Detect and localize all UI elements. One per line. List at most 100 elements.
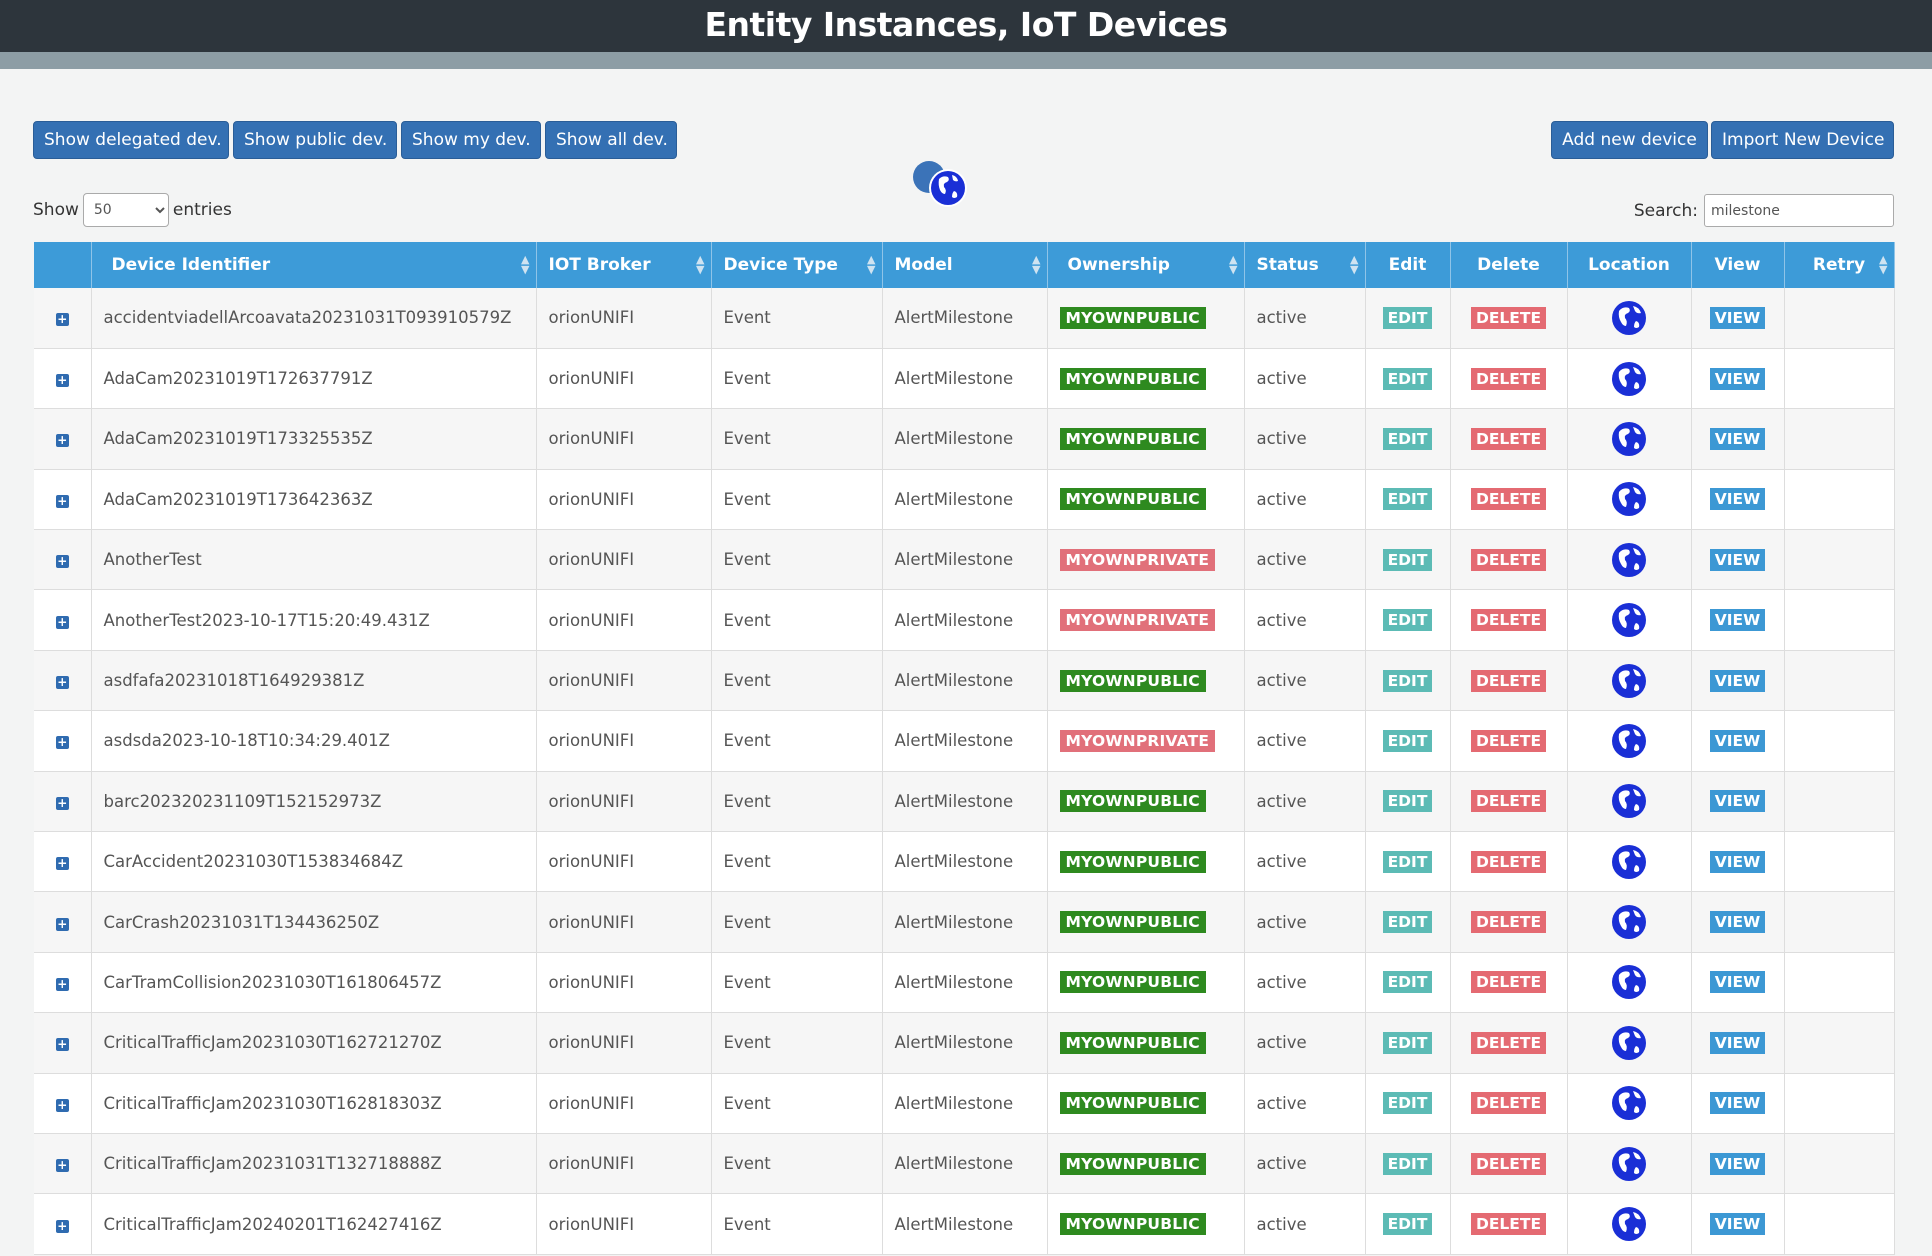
location-globe-icon[interactable] — [1611, 542, 1647, 578]
entries-select[interactable]: 50 — [82, 193, 169, 227]
expand-cell[interactable]: + — [34, 771, 92, 833]
expand-cell[interactable]: + — [34, 589, 92, 651]
edit-button[interactable]: EDIT — [1382, 548, 1433, 571]
show-delegated-devices-button[interactable]: Show delegated dev. — [33, 121, 229, 159]
expand-cell[interactable]: + — [34, 1133, 92, 1195]
delete-button[interactable]: DELETE — [1470, 669, 1547, 692]
view-button[interactable]: VIEW — [1709, 427, 1766, 450]
view-button[interactable]: VIEW — [1709, 488, 1766, 511]
edit-button[interactable]: EDIT — [1382, 729, 1433, 752]
import-new-device-button[interactable]: Import New Device — [1711, 121, 1894, 159]
expand-plus-icon[interactable]: + — [55, 917, 69, 931]
location-globe-icon[interactable] — [1611, 783, 1647, 819]
location-globe-icon[interactable] — [1611, 964, 1647, 1000]
expand-plus-icon[interactable]: + — [55, 736, 69, 750]
delete-button[interactable]: DELETE — [1470, 306, 1547, 329]
view-button[interactable]: VIEW — [1709, 1213, 1766, 1236]
expand-plus-icon[interactable]: + — [55, 494, 69, 508]
expand-plus-icon[interactable]: + — [55, 555, 69, 569]
column-header-retry[interactable]: Retry ▲ ▼ — [1784, 242, 1895, 288]
expand-plus-icon[interactable]: + — [55, 1219, 69, 1233]
delete-button[interactable]: DELETE — [1470, 1031, 1547, 1054]
location-globe-icon[interactable] — [1611, 1146, 1647, 1182]
location-globe-icon[interactable] — [1611, 1085, 1647, 1121]
expand-plus-icon[interactable]: + — [55, 615, 69, 629]
expand-plus-icon[interactable]: + — [55, 1098, 69, 1112]
edit-button[interactable]: EDIT — [1382, 306, 1433, 329]
location-globe-icon[interactable] — [1611, 844, 1647, 880]
view-button[interactable]: VIEW — [1709, 609, 1766, 632]
delete-button[interactable]: DELETE — [1470, 911, 1547, 934]
location-globe-icon[interactable] — [1611, 1025, 1647, 1061]
edit-button[interactable]: EDIT — [1382, 1092, 1433, 1115]
show-my-devices-button[interactable]: Show my dev. — [401, 121, 541, 159]
location-globe-icon[interactable] — [1611, 663, 1647, 699]
expand-plus-icon[interactable]: + — [55, 1038, 69, 1052]
location-globe-icon[interactable] — [1611, 361, 1647, 397]
expand-cell[interactable]: + — [34, 1073, 92, 1134]
edit-button[interactable]: EDIT — [1382, 669, 1433, 692]
edit-button[interactable]: EDIT — [1382, 1213, 1433, 1236]
location-globe-icon[interactable] — [1611, 421, 1647, 457]
view-button[interactable]: VIEW — [1709, 911, 1766, 934]
view-button[interactable]: VIEW — [1709, 367, 1766, 390]
expand-cell[interactable]: + — [34, 831, 92, 893]
edit-button[interactable]: EDIT — [1382, 911, 1433, 934]
delete-button[interactable]: DELETE — [1470, 1092, 1547, 1115]
location-globe-icon[interactable] — [1611, 723, 1647, 759]
view-button[interactable]: VIEW — [1709, 1031, 1766, 1054]
delete-button[interactable]: DELETE — [1470, 729, 1547, 752]
view-button[interactable]: VIEW — [1709, 1152, 1766, 1175]
edit-button[interactable]: EDIT — [1382, 850, 1433, 873]
column-header-status[interactable]: Status ▲ ▼ — [1244, 242, 1366, 288]
edit-button[interactable]: EDIT — [1382, 488, 1433, 511]
column-header-model[interactable]: Model ▲ ▼ — [882, 242, 1048, 288]
expand-cell[interactable]: + — [34, 891, 92, 953]
view-button[interactable]: VIEW — [1709, 971, 1766, 994]
view-button[interactable]: VIEW — [1709, 548, 1766, 571]
show-all-devices-button[interactable]: Show all dev. — [545, 121, 677, 159]
delete-button[interactable]: DELETE — [1470, 1213, 1547, 1236]
delete-button[interactable]: DELETE — [1470, 1152, 1547, 1175]
add-new-device-button[interactable]: Add new device — [1551, 121, 1708, 159]
delete-button[interactable]: DELETE — [1470, 790, 1547, 813]
show-public-devices-button[interactable]: Show public dev. — [233, 121, 397, 159]
location-globe-icon[interactable] — [1611, 904, 1647, 940]
expand-cell[interactable]: + — [34, 1012, 92, 1074]
expand-cell[interactable]: + — [34, 529, 92, 591]
edit-button[interactable]: EDIT — [1382, 971, 1433, 994]
expand-plus-icon[interactable]: + — [55, 374, 69, 388]
expand-plus-icon[interactable]: + — [55, 796, 69, 810]
view-button[interactable]: VIEW — [1709, 669, 1766, 692]
expand-cell[interactable]: + — [34, 348, 92, 410]
view-button[interactable]: VIEW — [1709, 790, 1766, 813]
expand-plus-icon[interactable]: + — [55, 857, 69, 871]
view-button[interactable]: VIEW — [1709, 850, 1766, 873]
delete-button[interactable]: DELETE — [1470, 367, 1547, 390]
search-input[interactable] — [1704, 194, 1894, 227]
column-header-ownership[interactable]: Ownership ▲ ▼ — [1047, 242, 1245, 288]
view-button[interactable]: VIEW — [1709, 306, 1766, 329]
delete-button[interactable]: DELETE — [1470, 971, 1547, 994]
edit-button[interactable]: EDIT — [1382, 609, 1433, 632]
expand-cell[interactable]: + — [34, 288, 92, 349]
edit-button[interactable]: EDIT — [1382, 790, 1433, 813]
expand-plus-icon[interactable]: + — [55, 434, 69, 448]
expand-plus-icon[interactable]: + — [55, 676, 69, 690]
expand-cell[interactable]: + — [34, 710, 92, 772]
delete-button[interactable]: DELETE — [1470, 850, 1547, 873]
edit-button[interactable]: EDIT — [1382, 367, 1433, 390]
delete-button[interactable]: DELETE — [1470, 488, 1547, 511]
expand-cell[interactable]: + — [34, 469, 92, 531]
location-globe-icon[interactable] — [1611, 1206, 1647, 1242]
delete-button[interactable]: DELETE — [1470, 548, 1547, 571]
edit-button[interactable]: EDIT — [1382, 427, 1433, 450]
edit-button[interactable]: EDIT — [1382, 1152, 1433, 1175]
view-button[interactable]: VIEW — [1709, 729, 1766, 752]
expand-cell[interactable]: + — [34, 408, 92, 470]
expand-plus-icon[interactable]: + — [55, 313, 69, 327]
expand-cell[interactable]: + — [34, 952, 92, 1014]
expand-cell[interactable]: + — [34, 650, 92, 712]
location-globe-icon[interactable] — [1611, 602, 1647, 638]
location-globe-icon[interactable] — [1611, 300, 1647, 336]
